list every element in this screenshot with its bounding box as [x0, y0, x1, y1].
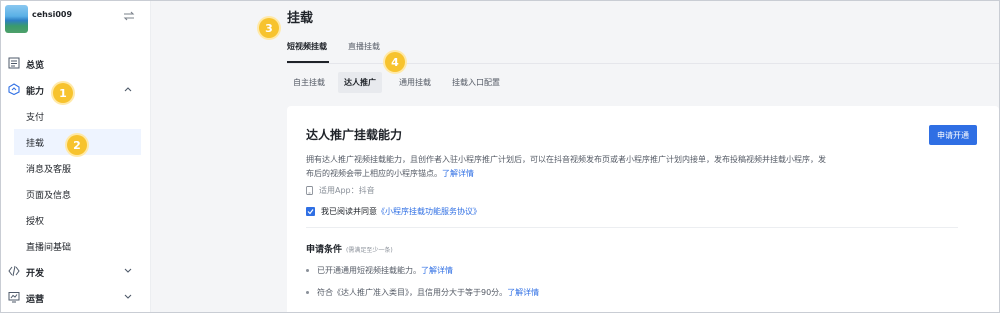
sidebar-subitem-auth[interactable]: 授权	[1, 207, 151, 233]
sidebar-subitem-label: 授权	[26, 217, 45, 227]
condition-text: 符合《达人推广准入类目》，且信用分大于等于90分。	[317, 288, 508, 297]
section-divider	[306, 227, 958, 228]
apply-button[interactable]: 申请开通	[929, 125, 977, 145]
description-text: 布后的视频会带上相应的小程序锚点。	[306, 169, 442, 178]
sidebar-subitem-label: 挂载	[26, 139, 45, 149]
description-line-2: 布后的视频会带上相应的小程序锚点。了解详情	[306, 167, 866, 181]
tab-live-mount[interactable]: 直播挂载	[348, 41, 380, 52]
chevron-down-icon[interactable]	[124, 268, 132, 274]
sidebar-item-operations[interactable]: 运营	[1, 285, 151, 311]
condition-learn-more-link[interactable]: 了解详情	[421, 265, 453, 276]
sidebar-item-label: 能力	[26, 87, 45, 97]
subtab-mount-entry-config[interactable]: 挂载入口配置	[446, 72, 506, 93]
sidebar-item-develop[interactable]: 开发	[1, 259, 151, 285]
supported-app-label: 适用App：抖音	[319, 186, 375, 195]
condition-text: 已开通通用短视频挂载能力。	[317, 266, 421, 275]
condition-learn-more-link[interactable]: 了解详情	[507, 287, 539, 298]
annotation-badge-1: 1	[53, 83, 73, 103]
subtab-general-mount[interactable]: 通用挂载	[393, 72, 437, 93]
sidebar-subitem-messages[interactable]: 消息及客服	[1, 155, 151, 181]
bullet-dot	[306, 291, 309, 294]
tab-short-video-mount[interactable]: 短视频挂载	[287, 41, 327, 52]
sidebar-nav: 总览 能力 支付 挂载 消息及客服 页面及信息 授权 直播间基础 开发 运营	[1, 51, 151, 311]
sidebar-subitem-label: 页面及信息	[26, 191, 72, 201]
page-title: 挂载	[287, 11, 314, 26]
agreement-row: 我已阅读并同意 《小程序挂载功能服务协议》	[306, 206, 481, 217]
supported-app: 适用App：抖音	[306, 185, 375, 196]
annotation-badge-3: 3	[259, 18, 279, 38]
condition-item: 已开通通用短视频挂载能力。 了解详情	[306, 265, 453, 276]
sidebar-item-label: 运营	[26, 295, 45, 305]
annotation-badge-2: 2	[67, 135, 87, 155]
code-icon	[8, 265, 20, 277]
learn-more-link[interactable]: 了解详情	[442, 169, 474, 178]
chevron-down-icon[interactable]	[124, 294, 132, 300]
service-agreement-link[interactable]: 《小程序挂载功能服务协议》	[377, 206, 481, 217]
sidebar: cehsi009 总览 能力 支付 挂载 消息及客服 页面及信息 授权 直播间基…	[1, 1, 151, 312]
sidebar-item-label: 开发	[26, 269, 45, 279]
agreement-text: 我已阅读并同意	[321, 207, 377, 216]
sidebar-subitem-label: 支付	[26, 113, 45, 123]
subtab-influencer-promo[interactable]: 达人推广	[338, 72, 382, 93]
ability-icon	[8, 83, 20, 95]
chevron-up-icon[interactable]	[124, 86, 132, 92]
description-line: 拥有达人推广视频挂载能力，且创作者入驻小程序推广计划后，可以在抖音视频发布页或者…	[306, 155, 826, 164]
bullet-dot	[306, 269, 309, 272]
influencer-mount-card: 达人推广挂载能力 申请开通 拥有达人推广视频挂载能力，且创作者入驻小程序推广计划…	[287, 106, 999, 313]
sidebar-item-label: 总览	[26, 61, 45, 71]
card-title: 达人推广挂载能力	[306, 128, 403, 142]
switch-app-icon[interactable]	[123, 11, 135, 21]
condition-item: 符合《达人推广准入类目》，且信用分大于等于90分。 了解详情	[306, 287, 539, 298]
conditions-note: (需满足至少一条)	[346, 247, 393, 254]
conditions-title: 申请条件	[306, 245, 343, 255]
app-logo	[5, 5, 28, 33]
sidebar-subitem-pages[interactable]: 页面及信息	[1, 181, 151, 207]
agreement-checkbox[interactable]	[306, 207, 315, 216]
sidebar-subitem-live[interactable]: 直播间基础	[1, 233, 151, 259]
app-header: cehsi009	[1, 1, 151, 39]
check-icon	[307, 209, 314, 215]
sidebar-subitem-payment[interactable]: 支付	[1, 103, 151, 129]
conditions-heading: 申请条件 (需满足至少一条)	[306, 242, 393, 255]
sidebar-subitem-label: 直播间基础	[26, 243, 72, 253]
app-name: cehsi009	[32, 10, 73, 19]
phone-icon	[306, 186, 313, 195]
operations-icon	[8, 292, 20, 303]
annotation-badge-4: 4	[385, 52, 405, 72]
main-content: 挂载 短视频挂载 直播挂载 自主挂载 达人推广 通用挂载 挂载入口配置 达人推广…	[152, 1, 999, 313]
sidebar-subitem-label: 消息及客服	[26, 165, 72, 175]
sidebar-item-ability[interactable]: 能力	[1, 77, 151, 103]
sidebar-item-overview[interactable]: 总览	[1, 51, 151, 77]
card-description: 拥有达人推广视频挂载能力，且创作者入驻小程序推广计划后，可以在抖音视频发布页或者…	[306, 153, 866, 181]
subtab-self-mount[interactable]: 自主挂载	[287, 72, 331, 93]
dashboard-icon	[8, 57, 20, 69]
